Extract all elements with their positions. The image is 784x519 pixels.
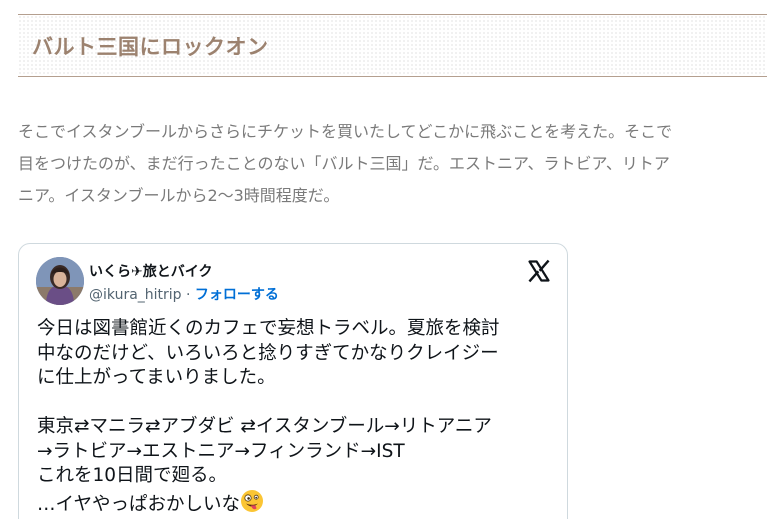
tweet-line: 中なのだけど、いろいろと捻りすぎてかなりクレイジー (37, 342, 499, 364)
tweet-handle[interactable]: @ikura_hitrip (89, 287, 182, 303)
follow-button[interactable]: フォローする (195, 287, 279, 303)
meta-separator: · (181, 287, 195, 303)
embedded-tweet-card[interactable]: いくら✈旅とバイク @ikura_hitrip · フォローする 今日は図書館近… (18, 243, 568, 519)
tweet-last-line: …イヤやっぱおかしいな (37, 489, 552, 519)
x-logo-icon[interactable] (527, 259, 551, 283)
tweet-line: 今日は図書館近くのカフェで妄想トラベル。夏旅を検討 (37, 318, 500, 339)
tweet-body: 今日は図書館近くのカフェで妄想トラベル。夏旅を検討 中なのだけど、いろいろと捻り… (37, 317, 552, 519)
tweet-author-meta: @ikura_hitrip · フォローする (89, 284, 279, 304)
article-paragraph: そこでイスタンブールからさらにチケットを買いたしてどこかに飛ぶことを考えた。そこ… (18, 116, 768, 212)
tweet-author-name[interactable]: いくら✈旅とバイク (89, 261, 212, 281)
zany-face-emoji (240, 489, 264, 519)
tweet-line: に仕上がってまいりました。 (37, 367, 276, 388)
tweet-line: …イヤやっぱおかしいな (37, 493, 240, 515)
article-line: ニア。イスタンブールから2〜3時間程度だ。 (18, 186, 340, 205)
section-heading-box: バルト三国にロックオン (18, 14, 767, 77)
tweet-line: これを10日間で廻る。 (37, 465, 228, 486)
avatar[interactable] (36, 257, 84, 305)
tweet-line: 東京⇄マニラ⇄アブダビ ⇄イスタンブール→リトアニア (37, 416, 492, 437)
tweet-blank-line (37, 391, 552, 416)
section-heading: バルト三国にロックオン (32, 35, 269, 59)
article-line: そこでイスタンブールからさらにチケットを買いたしてどこかに飛ぶことを考えた。そこ… (18, 122, 673, 141)
tweet-line: →ラトビア→エストニア→フィンランド→IST (37, 440, 405, 462)
article-line: 目をつけたのが、まだ行ったことのない「バルト三国」だ。エストニア、ラトビア、リト… (18, 154, 670, 173)
